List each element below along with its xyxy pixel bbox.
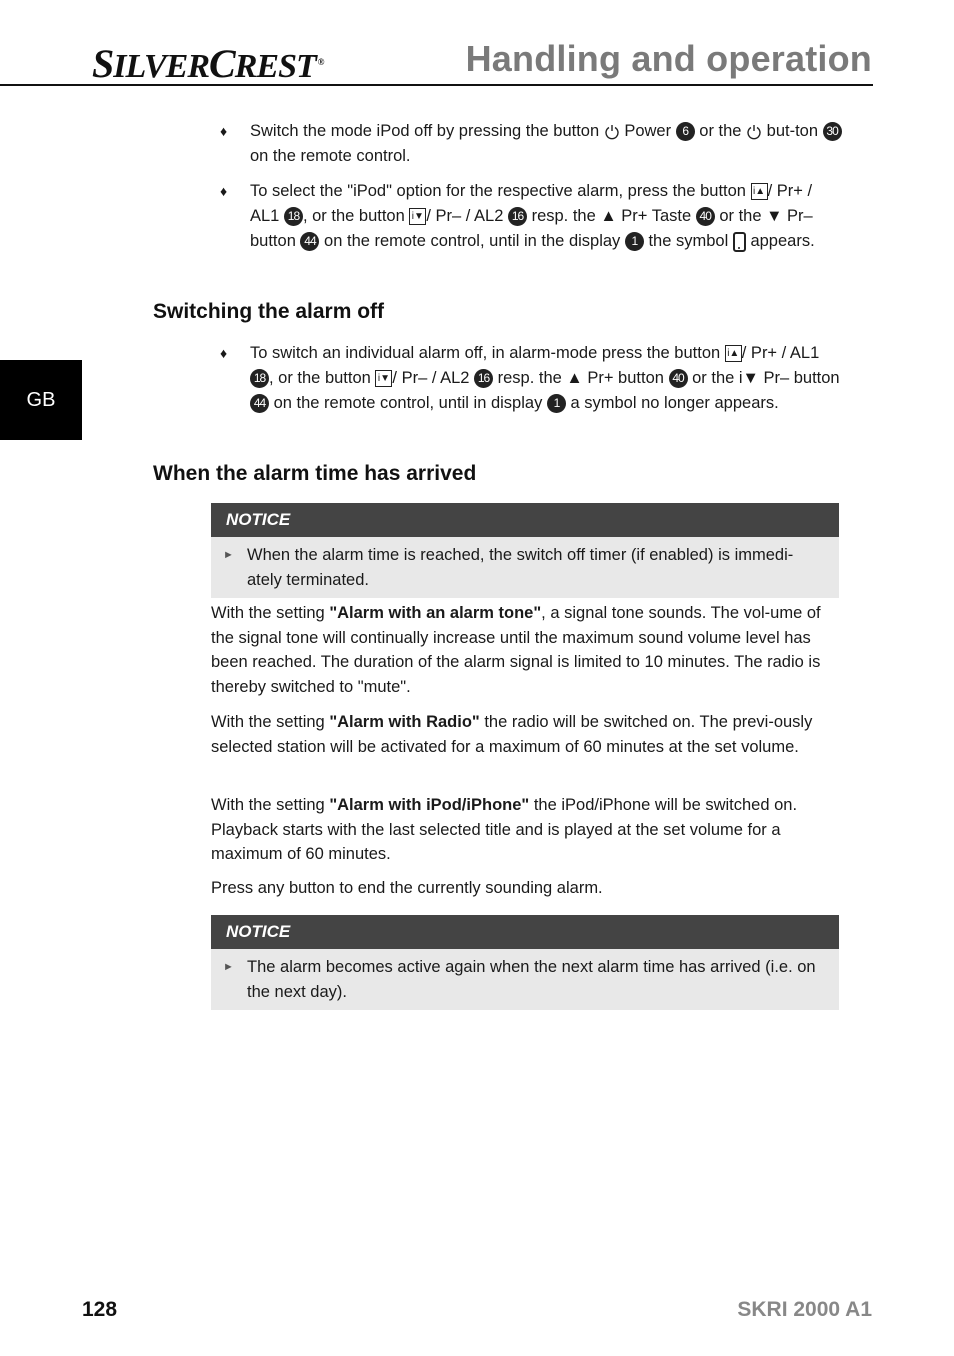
registered-mark: ®: [317, 56, 325, 67]
paragraph-end-alarm: Press any button to end the currently so…: [211, 876, 841, 901]
info-down-button-icon: i▼: [409, 208, 427, 226]
text-segment: , or the button: [269, 369, 376, 387]
setting-name: "Alarm with Radio": [329, 713, 480, 731]
text-segment: Power: [619, 122, 676, 140]
power-icon: [747, 124, 761, 140]
reference-number-badge: 18: [283, 207, 303, 227]
reference-number-badge: 16: [474, 369, 494, 389]
text-segment: resp. the ▲ Pr+ button: [493, 369, 669, 387]
diamond-bullet-icon: ♦: [220, 345, 228, 361]
list-item-text: To select the "iPod" option for the resp…: [250, 179, 842, 254]
section-heading-alarm-time-arrived: When the alarm time has arrived: [153, 462, 477, 485]
notice-text: The alarm becomes active again when the …: [247, 958, 816, 1001]
text-segment: With the setting: [211, 604, 330, 622]
info-up-button-icon: i▲: [724, 345, 742, 363]
text-segment: To switch an individual alarm off, in al…: [250, 344, 725, 362]
text-segment: appears.: [745, 232, 815, 250]
notice-box: NOTICE ► The alarm becomes active again …: [211, 915, 839, 1010]
notice-text: When the alarm time is reached, the swit…: [247, 546, 794, 589]
reference-number-badge: 40: [695, 207, 715, 227]
brand-initial-c: C: [209, 41, 236, 86]
text-segment: or the i▼ Pr– button: [687, 369, 840, 387]
text-segment: With the setting: [211, 796, 330, 814]
reference-number-badge: 30: [822, 122, 842, 142]
reference-number-badge: 44: [300, 232, 320, 252]
brand-part-rest: REST: [234, 48, 317, 85]
text-segment: resp. the ▲ Pr+ Taste: [527, 207, 696, 225]
model-number: SKRI 2000 A1: [737, 1298, 872, 1321]
text-segment: / Pr+ / AL1: [741, 344, 820, 362]
reference-number-badge: 1: [624, 232, 644, 252]
brand-logo: SILVERCREST ®: [92, 40, 324, 87]
power-icon: [605, 124, 619, 140]
diamond-bullet-icon: ♦: [220, 123, 228, 139]
brand-part-ilver: ILVER: [113, 48, 210, 85]
paragraph-alarm-radio: With the setting "Alarm with Radio" the …: [211, 710, 841, 759]
arrow-bullet-icon: ►: [223, 549, 234, 561]
list-item: ♦ To switch an individual alarm off, in …: [220, 341, 842, 416]
text-segment: To select the "iPod" option for the resp…: [250, 182, 751, 200]
diamond-bullet-icon: ♦: [220, 183, 228, 199]
reference-number-badge: 1: [546, 394, 566, 414]
paragraph-alarm-ipod: With the setting "Alarm with iPod/iPhone…: [211, 793, 841, 867]
reference-number-badge: 44: [250, 394, 269, 414]
brand-initial-s: S: [92, 41, 114, 86]
notice-body: ► The alarm becomes active again when th…: [211, 949, 839, 1010]
text-segment: Switch the mode iPod off by pressing the…: [250, 122, 604, 140]
list-item: ♦ Switch the mode iPod off by pressing t…: [220, 119, 842, 169]
setting-name: "Alarm with an alarm tone": [329, 604, 542, 622]
reference-number-badge: 40: [668, 369, 688, 389]
text-segment: or the: [694, 122, 747, 140]
reference-number-badge: 6: [675, 122, 695, 142]
text-segment: a symbol no longer appears.: [565, 394, 779, 412]
language-tab-label: GB: [26, 388, 56, 411]
reference-number-badge: 16: [508, 207, 527, 227]
arrow-bullet-icon: ►: [223, 961, 234, 973]
text-segment: the symbol: [643, 232, 733, 250]
ipod-symbol-icon: [732, 231, 746, 252]
setting-name: "Alarm with iPod/iPhone": [329, 796, 530, 814]
page-title: Handling and operation: [465, 38, 872, 79]
notice-title: NOTICE: [211, 915, 839, 949]
text-segment: , or the button: [302, 207, 410, 225]
text-segment: but-ton: [762, 122, 823, 140]
text-segment: / Pr– / AL2: [392, 369, 475, 387]
page-number: 128: [82, 1298, 118, 1321]
header-divider: [0, 84, 873, 86]
info-up-button-icon: i▲: [750, 183, 768, 201]
text-segment: Press any button to end the currently so…: [211, 879, 603, 897]
section-heading-switching-alarm-off: Switching the alarm off: [153, 300, 385, 323]
text-segment: on the remote control, until in display: [269, 394, 547, 412]
text-segment: on the remote control.: [250, 147, 411, 165]
reference-number-badge: 18: [250, 369, 269, 389]
paragraph-alarm-tone: With the setting "Alarm with an alarm to…: [211, 601, 841, 699]
language-tab: GB: [0, 360, 82, 440]
list-item: ♦ To select the "iPod" option for the re…: [220, 179, 842, 254]
text-segment: With the setting: [211, 713, 330, 731]
notice-box: NOTICE ► When the alarm time is reached,…: [211, 503, 839, 598]
text-segment: on the remote control, until in the disp…: [319, 232, 625, 250]
list-item-text: To switch an individual alarm off, in al…: [250, 341, 842, 416]
info-down-button-icon: i▼: [375, 370, 393, 388]
notice-body: ► When the alarm time is reached, the sw…: [211, 537, 839, 598]
text-segment: / Pr– / AL2: [426, 207, 508, 225]
notice-title: NOTICE: [211, 503, 839, 537]
list-item-text: Switch the mode iPod off by pressing the…: [250, 119, 842, 169]
